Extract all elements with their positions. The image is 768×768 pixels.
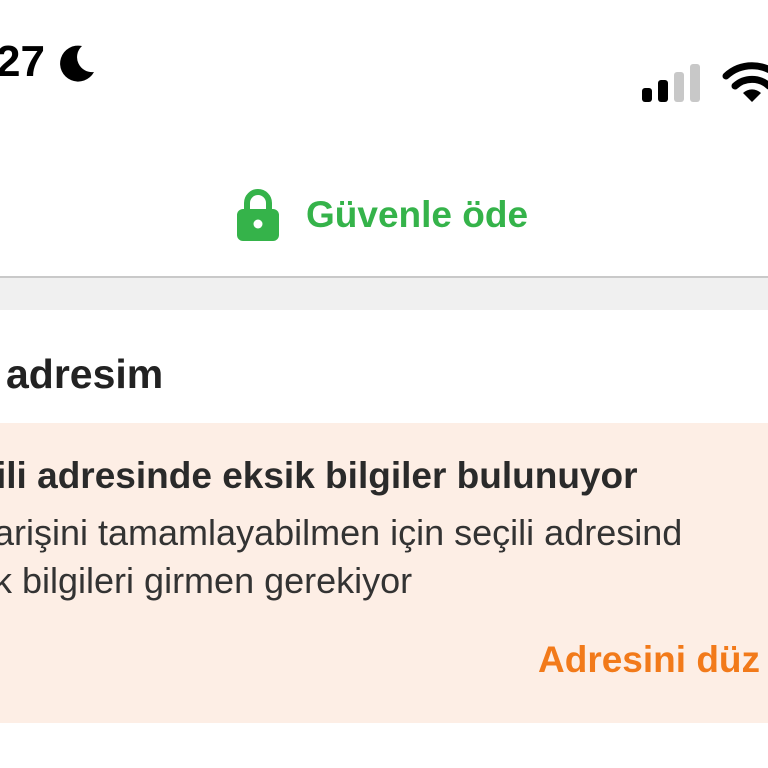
secure-payment-title: Güvenle öde — [306, 194, 529, 235]
status-time: 27 — [0, 37, 45, 86]
cellular-signal-icon — [642, 64, 700, 102]
warning-title: ili adresinde eksik bilgiler bulunuyor — [0, 455, 638, 496]
secure-payment-header: Güvenle öde — [0, 180, 768, 250]
checkout-screen: 27 Güvenle öde adresim ili adresinde eks… — [0, 0, 768, 768]
moon-icon — [60, 45, 94, 82]
address-section-title: adresim — [6, 351, 164, 397]
lock-icon — [237, 189, 279, 241]
section-separator — [0, 278, 768, 310]
warning-body-line-1: arişini tamamlayabilmen için seçili adre… — [0, 512, 683, 553]
warning-body-line-2: k bilgileri girmen gerekiyor — [0, 560, 413, 601]
missing-info-warning: ili adresinde eksik bilgiler bulunuyor a… — [0, 423, 768, 723]
edit-address-link[interactable]: Adresini düz — [538, 637, 760, 683]
wifi-icon — [722, 62, 768, 102]
